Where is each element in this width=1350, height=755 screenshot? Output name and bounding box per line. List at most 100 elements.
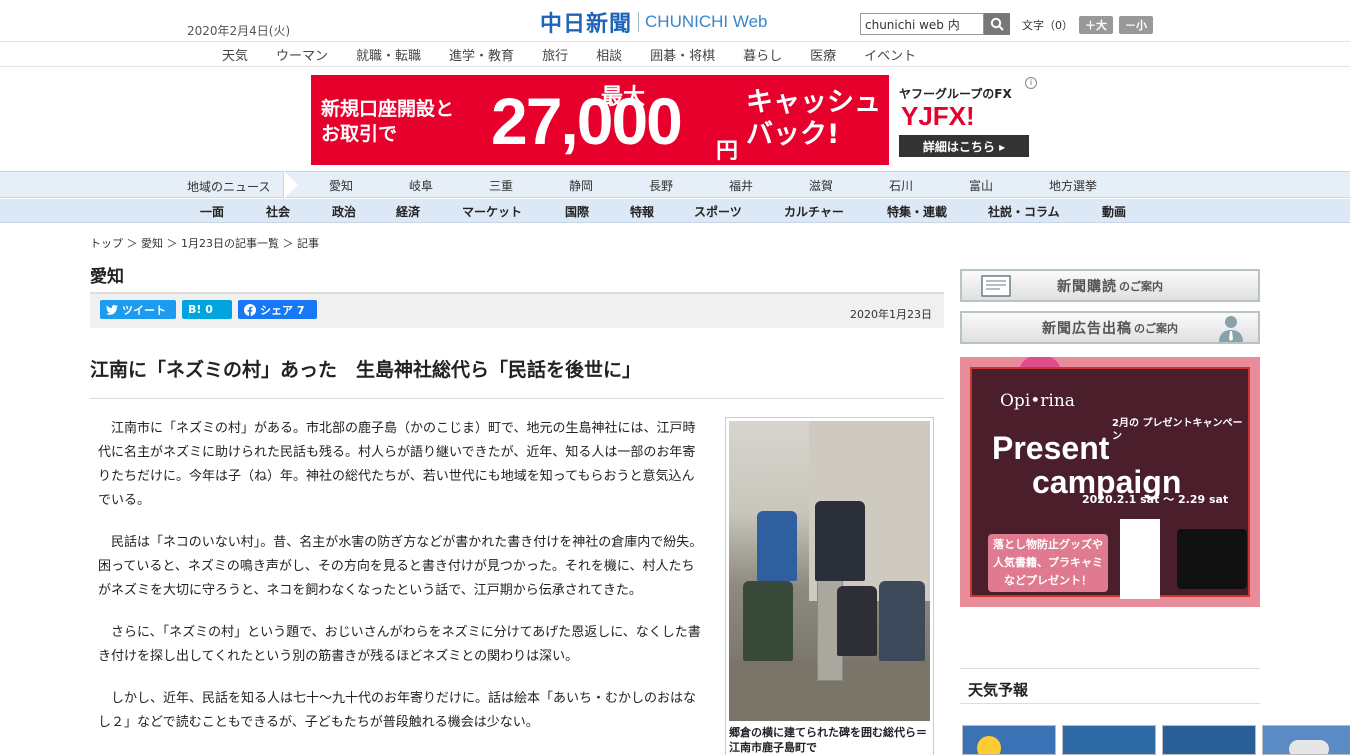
section-link[interactable]: 経済 [396,203,420,220]
region-nav-label: 地域のニュース [187,180,271,194]
hatena-bookmark-button[interactable]: B! 0 [182,300,232,319]
businessman-icon [1219,316,1243,342]
article-photo[interactable] [729,421,930,721]
site-logo[interactable]: 中日新聞 CHUNICHI Web [540,8,768,37]
promo-inner: Opi•rina 2月の プレゼントキャンペーン Present campaig… [970,367,1250,599]
ad-detail-button[interactable]: 詳細はこちら ▸ [899,135,1029,157]
category-link[interactable]: 相談 [596,45,622,64]
category-link[interactable]: 旅行 [542,45,568,64]
section-link[interactable]: カルチャー [784,203,844,220]
font-size-label: 文字（0） [1022,19,1073,32]
ad-info-icon[interactable]: i [1025,77,1037,89]
breadcrumb[interactable]: トップ ＞ 愛知 ＞ 1月23日の記事一覧 ＞ 記事 [90,235,319,251]
region-nav: 地域のニュース 愛知 岐阜 三重 静岡 長野 福井 滋賀 石川 富山 地方選挙 [0,171,1350,199]
share-bar: ツイート B! 0 シェア 7 2020年1月23日 [90,292,944,328]
category-link[interactable]: 医療 [810,45,836,64]
section-link[interactable]: 動画 [1102,203,1126,220]
weather-thumb-radar[interactable] [1162,725,1256,755]
category-link[interactable]: ウーマン [276,45,328,64]
ad-offer-line: お取引で [321,123,398,145]
photo-person [837,586,877,656]
section-link[interactable]: 特集・連載 [887,203,947,220]
category-link[interactable]: 就職・転職 [356,45,421,64]
ad-cashback-line: バック! [746,119,840,150]
section-link[interactable]: 政治 [332,203,356,220]
region-link-mie[interactable]: 三重 [489,177,569,194]
advertise-banner[interactable]: 新聞広告出稿 のご案内 [960,311,1260,344]
tweet-label: ツイート [122,303,166,317]
ad-cashback-line: キャッシュ [746,87,881,118]
section-title: 愛知 [90,267,124,287]
region-link-fukui[interactable]: 福井 [729,177,809,194]
region-link-ishikawa[interactable]: 石川 [889,177,969,194]
article-paragraph: さらに、「ネズミの村」という題で、おじいさんがわらをネズミに分けてあげた恩返しに… [98,625,701,664]
search-input[interactable] [860,13,984,35]
photo-person [815,501,865,581]
sun-icon [977,736,1001,754]
section-link[interactable]: スポーツ [694,203,742,220]
section-link[interactable]: 社会 [266,203,290,220]
section-link[interactable]: 社説・コラム [988,203,1060,220]
facebook-label: シェア 7 [260,303,305,317]
section-link[interactable]: 特報 [630,203,654,220]
chevron-right-icon-inner [284,171,298,199]
twitter-icon [106,304,118,315]
promo-date: 2020.2.1 sat ～ 2.29 sat [1082,493,1229,506]
font-larger-button[interactable]: ＋大 [1079,16,1113,34]
category-link[interactable]: 天気 [222,45,248,64]
article-body: 江南市に「ネズミの村」がある。市北部の鹿子島（かのこじま）町で、地元の生島神社に… [98,417,706,753]
font-smaller-button[interactable]: －小 [1119,16,1153,34]
subscribe-sub-label: のご案内 [1119,279,1163,293]
photo-person [757,511,797,581]
category-link[interactable]: 暮らし [743,45,782,64]
region-link-gifu[interactable]: 岐阜 [409,177,489,194]
top-header: 2020年2月4日(火) 中日新聞 CHUNICHI Web 文字（0） ＋大 … [0,0,1350,42]
promo-title: Present campaign [992,431,1181,499]
ad-cashback: キャッシュ バック! [746,87,881,151]
region-link-nagano[interactable]: 長野 [649,177,729,194]
promo-message: 落とし物防止グッズや 人気書籍、プラキャミ などプレゼント！ [988,534,1108,592]
promo-banner[interactable]: Opi•rina 2月の プレゼントキャンペーン Present campaig… [960,357,1260,607]
weather-thumb-cloudy[interactable] [1262,725,1350,755]
category-link[interactable]: 進学・教育 [449,45,514,64]
section-link[interactable]: 一面 [200,203,224,220]
ad-offer-line: 新規口座開設と [321,98,455,120]
article-paragraph: しかし、近年、民話を知る人は七十～九十代のお年寄りだけに。話は絵本「あいち・むか… [98,691,697,730]
ad-banner[interactable]: 新規口座開設と お取引で 27,000 最大 円 キャッシュ バック! ヤフーグ… [311,75,1039,165]
promo-title-line: Present [992,430,1110,466]
search-button[interactable] [984,13,1010,35]
article-paragraph: 民話は「ネコのいない村」。昔、名主が水害の防ぎ方などが書かれた書き付けを神社の倉… [98,535,703,598]
current-date: 2020年2月4日(火) [187,24,291,38]
article-headline: 江南に「ネズミの村」あった 生島神社総代ら「民話を後世に」 [90,355,944,399]
ad-yen-label: 円 [716,139,739,164]
tweet-button[interactable]: ツイート [100,300,176,319]
facebook-icon [244,303,256,316]
section-link[interactable]: 国際 [565,203,589,220]
weather-thumb-sunny[interactable] [962,725,1056,755]
ad-brand-panel: ヤフーグループのFX YJFX! 詳細はこちら ▸ i [889,75,1039,165]
subscribe-main-label: 新聞購読 [1057,278,1117,295]
photo-person [743,581,793,661]
photo-caption: 郷倉の横に建てられた碑を囲む総代ら＝江南市鹿子島町で [729,726,927,754]
subscribe-banner[interactable]: 新聞購読 のご案内 [960,269,1260,302]
region-link-shizuoka[interactable]: 静岡 [569,177,649,194]
category-link[interactable]: 囲碁・将棋 [650,45,715,64]
article-paragraph: 江南市に「ネズミの村」がある。市北部の鹿子島（かのこじま）町で、地元の生島神社に… [98,421,696,508]
facebook-share-button[interactable]: シェア 7 [238,300,317,319]
weather-thumbnails [962,725,1350,755]
ad-amount: 27,000 [491,84,683,158]
section-link[interactable]: マーケット [462,203,522,220]
advertise-sub-label: のご案内 [1134,321,1178,335]
ad-brand-logo: YJFX! [901,101,975,131]
article-photo-box: 郷倉の横に建てられた碑を囲む総代ら＝江南市鹿子島町で [725,417,934,755]
region-link-elections[interactable]: 地方選挙 [1049,177,1129,194]
photo-person [879,581,925,661]
region-link-shiga[interactable]: 滋賀 [809,177,889,194]
region-link-aichi[interactable]: 愛知 [329,177,409,194]
logo-japanese: 中日新聞 [540,11,633,37]
logo-english: CHUNICHI Web [645,12,768,31]
weather-thumb-map[interactable] [1062,725,1156,755]
category-link[interactable]: イベント [864,45,916,64]
region-link-toyama[interactable]: 富山 [969,177,1049,194]
ad-max-label: 最大 [601,85,646,110]
